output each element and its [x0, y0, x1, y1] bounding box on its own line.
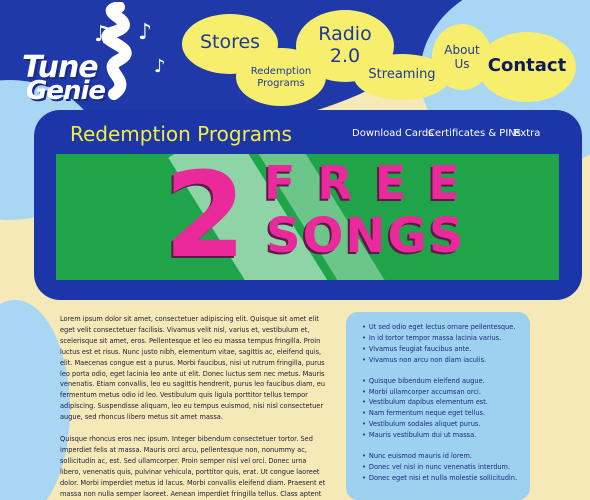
banner-word-songs: SONGS	[266, 208, 466, 264]
nav-about-us[interactable]: About Us	[436, 43, 488, 72]
sidebar-group-2: Quisque bibendum eleifend augue. Morbi u…	[362, 376, 520, 441]
sidebar-group-1: Ut sed odio eget lectus ornare pellentes…	[362, 322, 520, 366]
music-note-icon: ♫	[92, 22, 112, 47]
sidebar-group-3: Nunc euismod mauris id lorem. Donec vel …	[362, 451, 520, 484]
list-item: Ut sed odio eget lectus ornare pellentes…	[362, 322, 520, 333]
list-item: Vestibulum sodales aliquet purus.	[362, 419, 520, 430]
nav-about-line1: About	[444, 43, 480, 57]
nav-about-line2: Us	[454, 56, 470, 71]
logo-text-genie: Genie	[26, 76, 106, 106]
nav-radio-line1: Radio	[318, 23, 372, 45]
nav-streaming[interactable]: Streaming	[360, 67, 444, 83]
subnav-extra[interactable]: Extra	[514, 128, 540, 139]
body-paragraph: Lorem ipsum dolor sit amet, consectetuer…	[60, 315, 326, 422]
list-item: Nunc euismod mauris id lorem.	[362, 451, 520, 462]
banner-number: 2	[164, 154, 247, 280]
list-item: Vivamus non arcu non diam iaculis.	[362, 355, 520, 366]
sidebar-list-box: Ut sed odio eget lectus ornare pellentes…	[346, 312, 530, 500]
list-item: Nam fermentum neque eget tellus.	[362, 408, 520, 419]
nav-redemption-line2: Programs	[257, 77, 305, 89]
tunegenie-logo[interactable]: ♫ ♪ ♪ Tune Genie	[14, 2, 184, 114]
list-item: Donec vel nisl in nunc venenatis interdu…	[362, 462, 520, 473]
list-item: Vivamus feugiat faucibus ante.	[362, 344, 520, 355]
body-content: Lorem ipsum dolor sit amet, consectetuer…	[60, 314, 326, 500]
nav-stores[interactable]: Stores	[192, 31, 268, 54]
page-title: Redemption Programs	[70, 122, 292, 146]
list-item: Morbi ullamcorper accumsan orci.	[362, 387, 520, 398]
nav-redemption-programs[interactable]: Redemption Programs	[240, 66, 322, 89]
list-item: Mauris vestibulum dui ut massa.	[362, 430, 520, 441]
list-item: In id tortor tempor massa lacinia varius…	[362, 333, 520, 344]
redemption-panel: Redemption Programs Download Cards Certi…	[34, 110, 582, 300]
nav-radio[interactable]: Radio 2.0	[306, 23, 384, 68]
list-item: Donec eget nisi et nulla molestie sollic…	[362, 473, 520, 484]
subnav-download-cards[interactable]: Download Cards	[352, 128, 434, 139]
list-item: Quisque bibendum eleifend augue.	[362, 376, 520, 387]
music-note-icon: ♪	[154, 56, 166, 77]
banner-word-free: FREE	[264, 156, 482, 210]
body-paragraph: Quisque rhoncus eros nec ipsum. Integer …	[60, 435, 326, 498]
music-note-icon: ♪	[138, 20, 153, 45]
subnav-certificates-pins[interactable]: Certificates & PINs	[428, 128, 521, 139]
nav-contact[interactable]: Contact	[486, 55, 568, 77]
nav-radio-line2: 2.0	[329, 44, 361, 67]
free-songs-banner[interactable]: 2 FREE SONGS	[56, 154, 559, 280]
nav-redemption-line1: Redemption	[250, 66, 312, 77]
list-item: Vestibulum dapibus elementum est.	[362, 397, 520, 408]
